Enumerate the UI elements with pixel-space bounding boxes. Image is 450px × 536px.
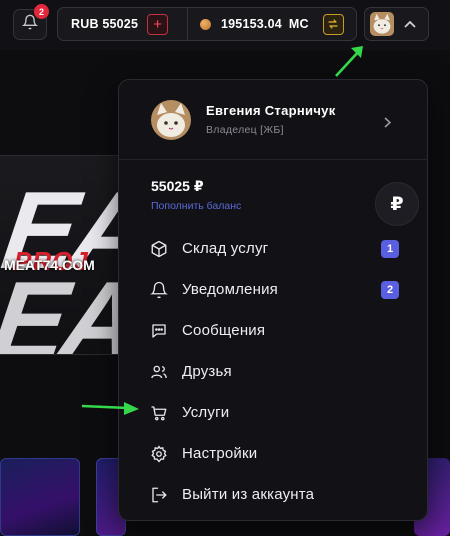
box-icon [149, 239, 169, 259]
chevron-up-icon [404, 15, 416, 33]
menu-item-notifications[interactable]: Уведомления 2 [119, 269, 427, 310]
menu-item-label: Настройки [182, 445, 258, 462]
profile-dropdown: Евгения Старничук Владелец [ЖБ] 55025 ₽ … [118, 79, 428, 521]
count-badge: 2 [381, 280, 399, 299]
logout-icon [149, 485, 169, 505]
banner-url: MEAT74.COM [4, 257, 95, 273]
chevron-right-icon [384, 115, 392, 133]
chat-icon [149, 321, 169, 341]
rub-balance: RUB 55025 [71, 17, 139, 31]
menu-item-label: Друзья [182, 363, 232, 380]
balance-amount: 55025 ₽ [151, 178, 204, 194]
gear-icon [149, 444, 169, 464]
profile-menu-button[interactable] [364, 7, 429, 41]
menu-item-settings[interactable]: Настройки [119, 433, 427, 474]
menu-item-label: Услуги [182, 404, 230, 421]
rub-balance-section: RUB 55025 + [58, 8, 188, 40]
profile-text: Евгения Старничук Владелец [ЖБ] [206, 103, 336, 136]
annotation-arrow-icon [335, 46, 363, 77]
menu-item-logout[interactable]: Выйти из аккаунта [119, 474, 427, 515]
promo-banner[interactable]: EA EA PROJ [0, 155, 118, 355]
menu-item-label: Сообщения [182, 322, 266, 339]
product-card[interactable] [0, 458, 80, 536]
menu-item-services[interactable]: Услуги [119, 392, 427, 433]
cart-icon [149, 403, 169, 423]
wallet-bar: RUB 55025 + 195153.04 MC [57, 7, 357, 41]
menu-list: Склад услуг 1 Уведомления 2 Сообщения Др… [119, 228, 427, 515]
bell-icon [149, 280, 169, 300]
mc-balance-section: 195153.04 MC [188, 8, 356, 40]
avatar [370, 12, 394, 36]
ruble-button[interactable]: ₽ [375, 182, 419, 226]
menu-item-label: Уведомления [182, 281, 278, 298]
exchange-icon [328, 19, 338, 29]
balance-section: 55025 ₽ Пополнить баланс [151, 178, 241, 212]
friends-icon [149, 362, 169, 382]
count-badge: 1 [381, 239, 399, 258]
topup-balance-link[interactable]: Пополнить баланс [151, 200, 241, 212]
mc-balance: 195153.04 [221, 17, 282, 31]
profile-name: Евгения Старничук [206, 103, 336, 118]
menu-item-label: Склад услуг [182, 240, 269, 257]
add-funds-button[interactable]: + [147, 13, 169, 35]
menu-item-friends[interactable]: Друзья [119, 351, 427, 392]
menu-item-warehouse[interactable]: Склад услуг 1 [119, 228, 427, 269]
exchange-button[interactable] [322, 13, 344, 35]
coin-icon [200, 18, 211, 30]
banner-big-text-2: EA [0, 259, 118, 355]
annotation-arrow-icon [81, 402, 139, 415]
menu-item-label: Выйти из аккаунта [182, 486, 315, 503]
notification-badge: 2 [34, 4, 49, 19]
avatar [151, 99, 191, 140]
menu-item-messages[interactable]: Сообщения [119, 310, 427, 351]
notifications-button[interactable]: 2 [13, 4, 49, 40]
mc-unit: MC [288, 17, 309, 31]
profile-row[interactable]: Евгения Старничук Владелец [ЖБ] [119, 80, 427, 160]
profile-role: Владелец [ЖБ] [206, 124, 284, 136]
top-bar: 2 RUB 55025 + 195153.04 MC [0, 0, 450, 50]
